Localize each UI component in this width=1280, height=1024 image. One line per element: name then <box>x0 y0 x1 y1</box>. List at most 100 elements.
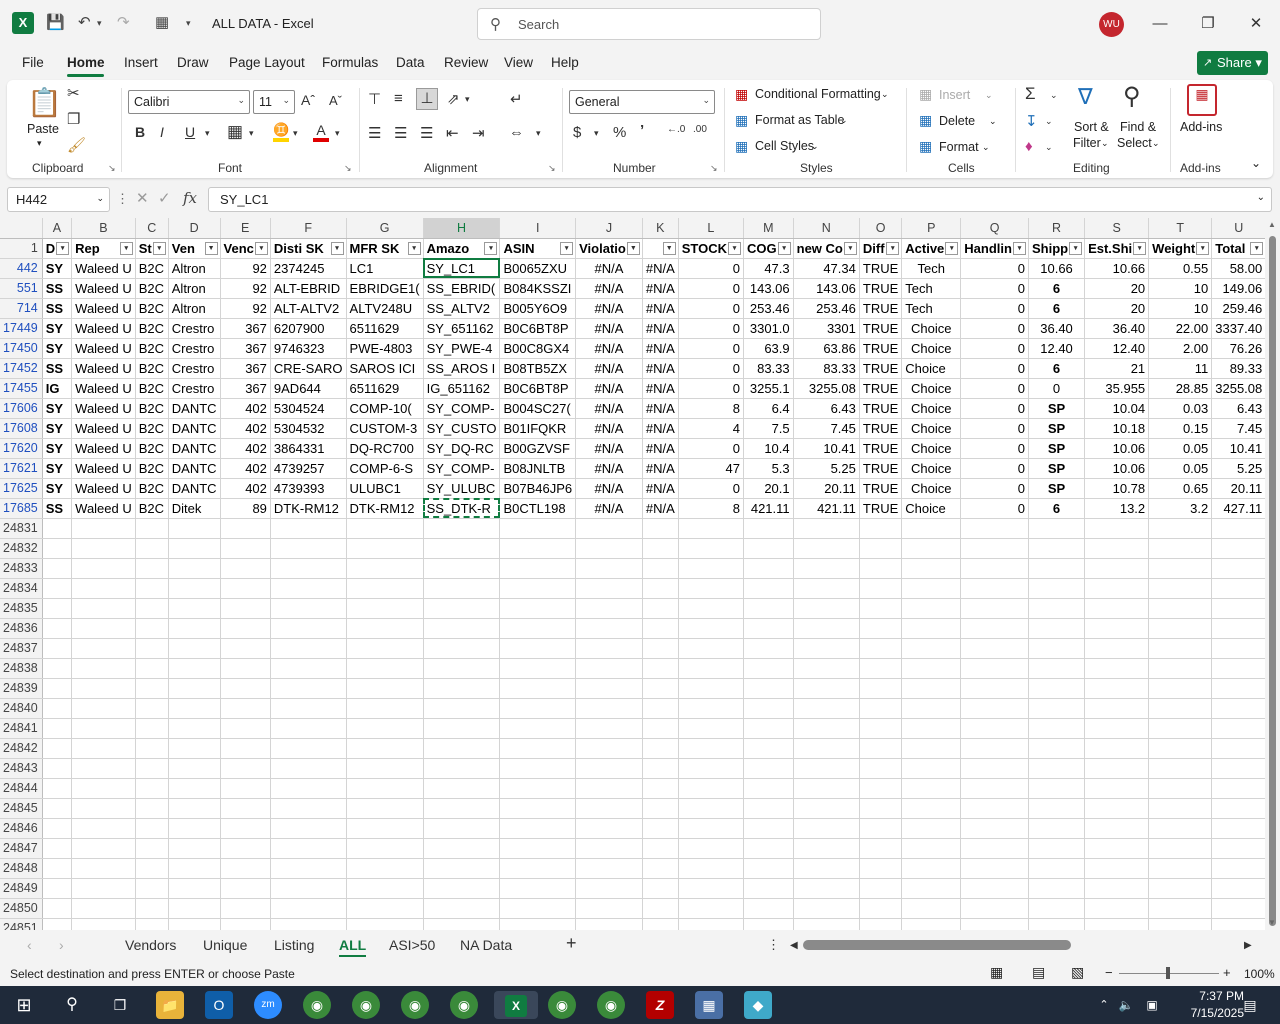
table-cell[interactable] <box>1084 778 1150 799</box>
table-cell[interactable] <box>1211 538 1265 559</box>
table-cell[interactable] <box>346 598 424 619</box>
table-cell[interactable] <box>499 718 577 739</box>
table-cell[interactable] <box>135 878 169 899</box>
table-cell[interactable] <box>1211 818 1265 839</box>
table-cell[interactable]: DQ-RC700 <box>346 438 424 459</box>
row-header[interactable]: 24838 <box>0 658 43 679</box>
table-cell[interactable] <box>793 898 860 919</box>
minimize-button[interactable]: — <box>1140 10 1180 38</box>
paste-icon[interactable]: 📋 <box>27 86 62 122</box>
table-cell[interactable]: 367 <box>220 318 271 339</box>
spreadsheet-grid[interactable]: A B C D E F G H I J K L M N O P Q R S T U 1 D ▾ Rep ▾ St ▾ Ven ▼ Venc ▾… <box>0 218 1265 930</box>
table-cell[interactable] <box>1148 598 1213 619</box>
table-cell[interactable] <box>1148 918 1213 930</box>
table-cell[interactable] <box>960 858 1029 879</box>
table-cell[interactable]: ULUBC1 <box>346 478 424 499</box>
table-cell[interactable]: SY_651162 <box>423 318 501 339</box>
table-cell[interactable]: 20.11 <box>1211 478 1265 499</box>
table-cell[interactable] <box>346 898 424 919</box>
table-cell[interactable]: 7.45 <box>1211 418 1265 439</box>
table-cell[interactable]: 6 <box>1028 278 1086 299</box>
alignment-launcher-icon[interactable]: ↘ <box>548 163 556 174</box>
row-header[interactable]: 24849 <box>0 878 43 899</box>
sort-filter-label-2[interactable]: Filter <box>1073 136 1101 150</box>
table-cell[interactable] <box>135 718 169 739</box>
table-cell[interactable]: 0 <box>678 298 745 319</box>
table-cell[interactable] <box>346 718 424 739</box>
table-cell[interactable]: Waleed U <box>71 338 136 359</box>
table-cell[interactable] <box>960 518 1029 539</box>
table-cell[interactable] <box>901 858 962 879</box>
table-cell[interactable] <box>499 838 577 859</box>
table-cell[interactable] <box>499 698 577 719</box>
fill-icon[interactable]: ↧ <box>1025 112 1038 130</box>
copy-icon[interactable]: ❐ <box>67 110 80 128</box>
table-cell[interactable] <box>270 738 347 759</box>
table-cell[interactable] <box>901 918 962 930</box>
fill-color-dropdown-icon[interactable]: ▾ <box>293 128 298 139</box>
header-cell[interactable]: Ven ▼ <box>168 238 221 259</box>
table-cell[interactable] <box>901 638 962 659</box>
table-cell[interactable]: Tech <box>901 258 962 279</box>
redo-icon[interactable]: ↷ <box>117 13 130 31</box>
table-cell[interactable] <box>1028 818 1086 839</box>
table-cell[interactable]: 143.06 <box>743 278 794 299</box>
table-cell[interactable] <box>678 778 745 799</box>
table-cell[interactable] <box>642 638 679 659</box>
table-cell[interactable]: PWE-4803 <box>346 338 424 359</box>
header-cell[interactable]: Amazo ▾ <box>423 238 501 259</box>
filter-dropdown-icon[interactable]: ▾ <box>152 241 166 255</box>
table-cell[interactable] <box>42 838 73 859</box>
table-cell[interactable] <box>71 838 136 859</box>
table-cell[interactable] <box>859 718 903 739</box>
table-cell[interactable]: SY <box>42 418 73 439</box>
table-cell[interactable] <box>1148 618 1213 639</box>
table-cell[interactable] <box>793 798 860 819</box>
table-cell[interactable]: SY_DQ-RC <box>423 438 501 459</box>
table-cell[interactable]: B01IFQKR <box>499 418 577 439</box>
table-cell[interactable] <box>220 858 271 879</box>
table-cell[interactable]: B004SC27( <box>499 398 577 419</box>
table-cell[interactable]: 3864331 <box>270 438 347 459</box>
row-header[interactable]: 24844 <box>0 778 43 799</box>
table-cell[interactable] <box>220 778 271 799</box>
table-cell[interactable]: 0 <box>960 398 1029 419</box>
table-cell[interactable]: CUSTOM-3 <box>346 418 424 439</box>
table-cell[interactable]: COMP-10( <box>346 398 424 419</box>
row-header[interactable]: 24847 <box>0 838 43 859</box>
table-cell[interactable]: TRUE <box>859 458 903 479</box>
table-cell[interactable] <box>42 658 73 679</box>
table-cell[interactable] <box>1211 558 1265 579</box>
table-cell[interactable] <box>960 718 1029 739</box>
column-header[interactable]: M <box>743 218 794 239</box>
table-cell[interactable] <box>859 838 903 859</box>
table-cell[interactable] <box>793 518 860 539</box>
table-cell[interactable] <box>1084 738 1150 759</box>
table-cell[interactable]: 3255.08 <box>1211 378 1265 399</box>
table-cell[interactable] <box>743 838 794 859</box>
table-cell[interactable]: 89 <box>220 498 271 519</box>
table-cell[interactable] <box>960 838 1029 859</box>
table-cell[interactable] <box>346 778 424 799</box>
table-cell[interactable] <box>270 638 347 659</box>
format-painter-icon[interactable]: 🖌 <box>67 136 86 154</box>
table-cell[interactable] <box>1211 578 1265 599</box>
table-cell[interactable]: Ditek <box>168 498 221 519</box>
table-cell[interactable]: 83.33 <box>743 358 794 379</box>
table-cell[interactable] <box>71 598 136 619</box>
table-cell[interactable] <box>678 918 745 930</box>
table-cell[interactable]: Crestro <box>168 358 221 379</box>
table-cell[interactable]: 21 <box>1084 358 1150 379</box>
find-select-icon[interactable]: ⚲ <box>1123 82 1141 111</box>
merge-dropdown-icon[interactable]: ▾ <box>536 128 541 139</box>
chrome-icon[interactable]: ◉ <box>352 991 380 1019</box>
table-cell[interactable] <box>642 858 679 879</box>
font-name-select[interactable]: Calibri ⌄ <box>128 90 250 114</box>
table-cell[interactable] <box>1148 678 1213 699</box>
format-as-table-icon[interactable]: ▦ <box>735 112 748 129</box>
table-cell[interactable] <box>960 918 1029 930</box>
table-cell[interactable] <box>960 598 1029 619</box>
table-cell[interactable] <box>743 738 794 759</box>
sheet-tab-listing[interactable]: Listing <box>274 937 314 953</box>
table-cell[interactable] <box>1028 878 1086 899</box>
